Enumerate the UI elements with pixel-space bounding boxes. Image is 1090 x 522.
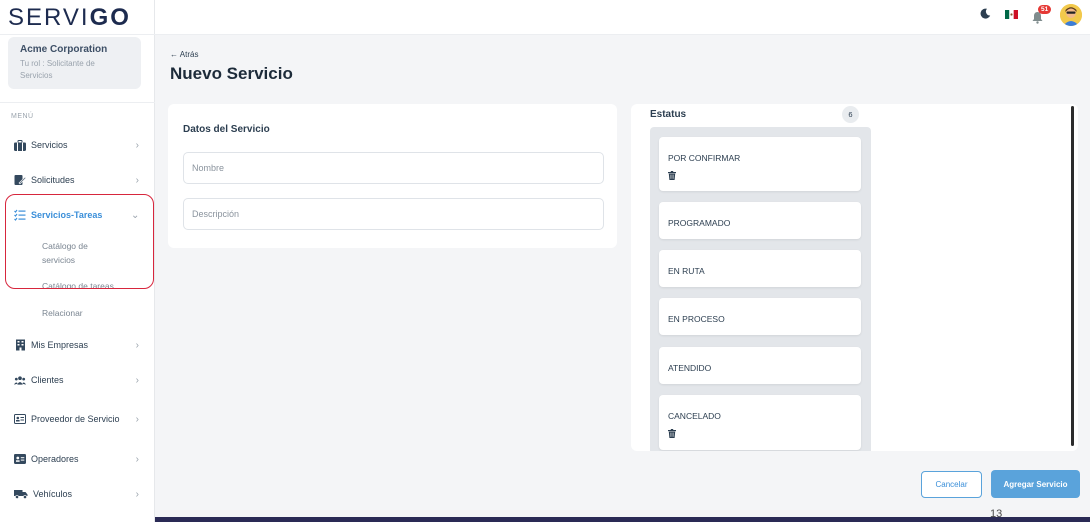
sidebar-item-servicios[interactable]: Servicios › xyxy=(14,134,139,156)
highlight-annotation xyxy=(5,194,154,289)
company-role: Tu rol : Solicitante de Servicios xyxy=(20,59,95,80)
mexico-flag-icon[interactable] xyxy=(1005,6,1018,24)
status-card[interactable]: PROGRAMADO xyxy=(659,202,861,239)
chevron-right-icon: › xyxy=(135,139,139,151)
company-name: Acme Corporation xyxy=(20,44,108,55)
add-service-button[interactable]: Agregar Servicio xyxy=(991,470,1080,498)
sidebar-item-label: Operadores xyxy=(31,454,79,464)
logo-text: SERVI xyxy=(8,4,90,31)
sidebar: SERVIGO Acme Corporation Tu rol : Solici… xyxy=(0,0,155,522)
chevron-right-icon: › xyxy=(135,413,139,425)
chevron-right-icon: › xyxy=(135,374,139,386)
sidebar-item-label: Vehículos xyxy=(33,489,73,499)
briefcase-icon xyxy=(14,139,26,151)
chevron-right-icon: › xyxy=(135,453,139,465)
divider xyxy=(0,34,155,35)
truck-icon xyxy=(14,488,28,500)
status-card[interactable]: ATENDIDO xyxy=(659,347,861,384)
building-icon xyxy=(14,339,26,351)
status-card[interactable]: CANCELADO xyxy=(659,395,861,450)
sidebar-item-clientes[interactable]: Clientes › xyxy=(14,369,139,391)
description-input[interactable] xyxy=(183,198,604,230)
status-panel: Estatus 6 POR CONFIRMAR PROGRAMADO EN RU… xyxy=(631,104,1078,451)
chevron-right-icon: › xyxy=(135,488,139,500)
servigo-logo[interactable]: SERVIGO xyxy=(8,4,131,32)
sidebar-item-label: Mis Empresas xyxy=(31,340,89,350)
status-name: EN PROCESO xyxy=(668,314,725,324)
page-title: Nuevo Servicio xyxy=(170,64,293,83)
status-card[interactable]: POR CONFIRMAR xyxy=(659,137,861,191)
status-name: CANCELADO xyxy=(668,411,721,421)
status-title: Estatus xyxy=(650,109,687,120)
sidebar-item-label: Clientes xyxy=(31,375,64,385)
sidebar-item-label: Solicitudes xyxy=(31,175,75,185)
page-number: 13 xyxy=(990,508,1003,520)
sidebar-item-vehiculos[interactable]: Vehículos › xyxy=(14,483,139,505)
sidebar-item-solicitudes[interactable]: Solicitudes › xyxy=(14,169,139,191)
footer-bar xyxy=(155,517,1090,522)
status-name: PROGRAMADO xyxy=(668,218,731,228)
edit-document-icon xyxy=(14,174,26,186)
users-icon xyxy=(14,374,26,386)
avatar[interactable] xyxy=(1060,4,1082,26)
status-list: POR CONFIRMAR PROGRAMADO EN RUTA EN PROC… xyxy=(650,127,871,451)
status-name: POR CONFIRMAR xyxy=(668,153,741,163)
sidebar-item-label: Proveedor de Servicio xyxy=(31,414,120,424)
status-name: EN RUTA xyxy=(668,266,705,276)
cancel-button[interactable]: Cancelar xyxy=(921,471,982,498)
back-link[interactable]: ← Atrás xyxy=(170,50,198,59)
status-name: ATENDIDO xyxy=(668,363,712,373)
status-card[interactable]: EN PROCESO xyxy=(659,298,861,335)
topbar-icons: 51 xyxy=(980,4,1082,26)
status-card[interactable]: EN RUTA xyxy=(659,250,861,287)
topbar: 51 xyxy=(155,0,1090,35)
service-data-card: Datos del Servicio xyxy=(168,104,617,248)
sidebar-subitem-relacionar[interactable]: Relacionar xyxy=(42,306,83,320)
notifications-bell[interactable]: 51 xyxy=(1032,5,1052,24)
card-title: Datos del Servicio xyxy=(183,124,270,135)
name-input[interactable] xyxy=(183,152,604,184)
id-card-icon xyxy=(14,413,26,425)
notification-badge: 51 xyxy=(1038,5,1052,14)
trash-icon[interactable] xyxy=(668,425,852,443)
sidebar-item-mis-empresas[interactable]: Mis Empresas › xyxy=(14,334,139,356)
scrollbar[interactable] xyxy=(1071,106,1074,446)
operator-card-icon xyxy=(14,453,26,465)
logo-go: GO xyxy=(89,4,131,31)
company-card[interactable]: Acme Corporation Tu rol : Solicitante de… xyxy=(8,37,141,89)
status-count-badge: 6 xyxy=(842,106,859,123)
trash-icon[interactable] xyxy=(668,167,852,185)
chevron-right-icon: › xyxy=(135,339,139,351)
sidebar-item-label: Servicios xyxy=(31,140,68,150)
moon-icon[interactable] xyxy=(980,6,991,24)
menu-label: MENÚ xyxy=(11,113,34,120)
chevron-right-icon: › xyxy=(135,174,139,186)
sidebar-item-operadores[interactable]: Operadores › xyxy=(14,448,139,470)
sidebar-item-proveedor[interactable]: Proveedor de Servicio › xyxy=(14,404,139,434)
divider xyxy=(0,102,155,103)
